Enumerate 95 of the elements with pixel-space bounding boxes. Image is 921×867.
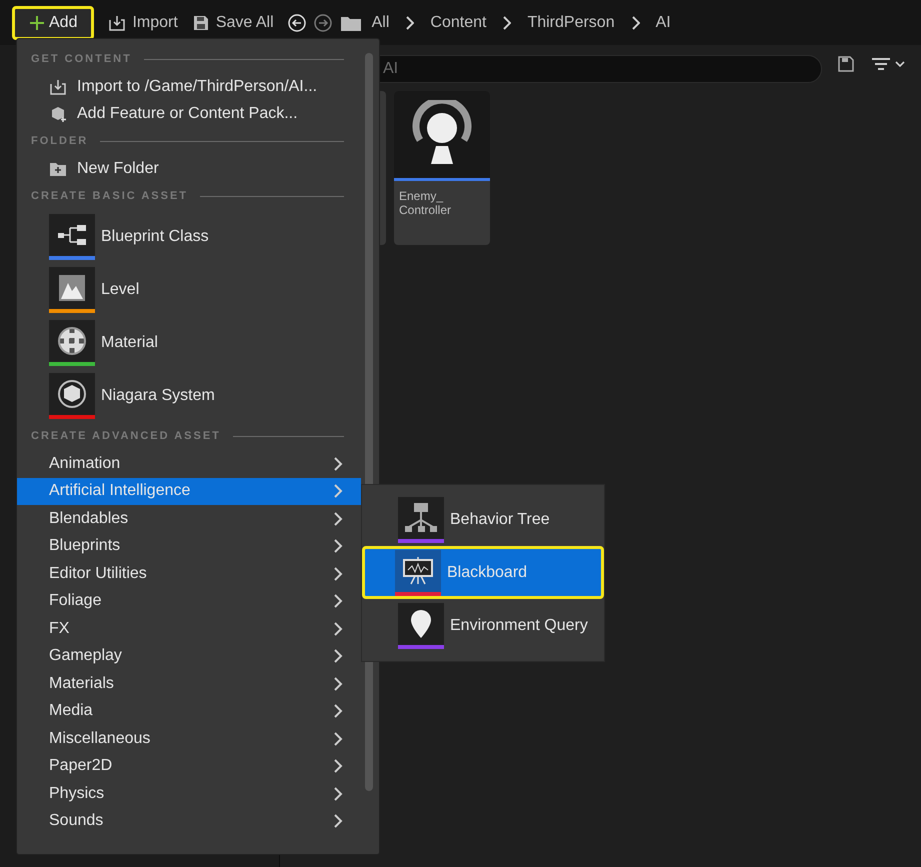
submenu-item[interactable]: Blueprints bbox=[17, 532, 361, 560]
chevron-icon bbox=[405, 16, 414, 30]
menu-item-label: Miscellaneous bbox=[49, 728, 150, 749]
section-heading: CREATE BASIC ASSET bbox=[31, 188, 188, 204]
import-icon bbox=[49, 78, 67, 96]
chevron-icon bbox=[333, 649, 343, 664]
menu-item[interactable]: Environment Query bbox=[362, 599, 604, 652]
menu-item[interactable]: New Folder bbox=[17, 155, 379, 182]
menu-item[interactable]: Level bbox=[17, 263, 379, 316]
import-icon bbox=[108, 14, 126, 32]
save-icon bbox=[838, 56, 854, 72]
menu-item-label: Sounds bbox=[49, 811, 104, 832]
forward-button[interactable] bbox=[314, 14, 332, 32]
menu-item-label: FX bbox=[49, 618, 70, 639]
menu-item-label: Blueprints bbox=[49, 536, 120, 556]
menu-item-label: Foliage bbox=[49, 591, 102, 612]
submenu-item[interactable]: Animation bbox=[17, 450, 361, 478]
easel-icon bbox=[401, 556, 435, 586]
submenu-item[interactable]: Blendables bbox=[17, 505, 361, 532]
forward-icon bbox=[314, 14, 332, 32]
menu-item-label: Environment Query bbox=[450, 616, 588, 636]
new-folder-icon bbox=[49, 160, 67, 176]
menu-item-label: Materials bbox=[49, 674, 114, 694]
breadcrumb-link[interactable]: Content bbox=[430, 10, 486, 34]
chevron-icon bbox=[333, 786, 343, 801]
submenu-item[interactable]: Paper2D bbox=[17, 752, 361, 780]
chevron-icon bbox=[333, 456, 343, 471]
save-all-button[interactable]: Save All bbox=[192, 10, 274, 34]
back-icon bbox=[288, 14, 306, 32]
menu-item[interactable]: Blackboard bbox=[362, 546, 604, 599]
save-icon bbox=[192, 14, 210, 32]
menu-item-label: Blendables bbox=[49, 508, 128, 529]
menu-item[interactable]: Niagara System bbox=[17, 369, 379, 422]
add-button[interactable]: Add bbox=[12, 6, 94, 40]
menu-item-label: New Folder bbox=[77, 158, 159, 178]
mountain-icon bbox=[57, 272, 87, 302]
save-search-button[interactable] bbox=[838, 56, 854, 72]
plus-icon bbox=[29, 14, 45, 30]
chevron-icon bbox=[333, 759, 343, 774]
menu-item[interactable]: Material bbox=[17, 316, 379, 369]
menu-item-label: Editor Utilities bbox=[49, 564, 147, 584]
submenu-item[interactable]: Editor Utilities bbox=[17, 560, 361, 588]
chevron-icon bbox=[333, 539, 343, 554]
submenu-item[interactable]: Foliage bbox=[17, 588, 361, 615]
chevron-icon bbox=[333, 622, 343, 636]
submenu-item[interactable]: Media bbox=[17, 698, 361, 725]
chevron-icon bbox=[333, 704, 343, 718]
menu-item[interactable]: Behavior Tree bbox=[362, 493, 604, 546]
checker-sphere-icon bbox=[57, 326, 87, 356]
hierarchy-icon bbox=[404, 500, 438, 534]
box-icon bbox=[49, 104, 67, 122]
submenu-item[interactable]: FX bbox=[17, 615, 361, 642]
chevron-icon bbox=[502, 16, 512, 30]
menu-item-label: Physics bbox=[49, 784, 104, 804]
submenu-item[interactable]: Gameplay bbox=[17, 642, 361, 670]
breadcrumb-link[interactable]: AI bbox=[656, 10, 671, 34]
section-heading: CREATE ADVANCED ASSET bbox=[31, 428, 221, 444]
menu-item-label: Animation bbox=[49, 454, 120, 474]
menu-item-label: Behavior Tree bbox=[450, 510, 550, 530]
node-graph-icon bbox=[57, 222, 87, 246]
chevron-icon bbox=[333, 732, 343, 746]
menu-item[interactable]: Add Feature or Content Pack... bbox=[17, 100, 379, 127]
menu-item-label: Level bbox=[101, 280, 140, 300]
breadcrumb-link[interactable]: All bbox=[372, 10, 390, 34]
breadcrumb-link[interactable]: ThirdPerson bbox=[527, 10, 615, 34]
chevron-icon bbox=[333, 566, 343, 581]
section-heading: FOLDER bbox=[31, 134, 88, 149]
menu-item-label: Gameplay bbox=[49, 646, 122, 666]
chevron-icon bbox=[333, 512, 343, 526]
menu-item-label: Blackboard bbox=[447, 562, 528, 582]
chevron-icon bbox=[333, 484, 343, 498]
chevron-icon bbox=[333, 814, 343, 828]
back-button[interactable] bbox=[288, 14, 306, 32]
menu-item-label: Media bbox=[49, 701, 93, 722]
submenu-item[interactable]: Miscellaneous bbox=[17, 725, 361, 752]
asset-card[interactable]: Enemy_ Controller bbox=[394, 91, 490, 245]
menu-item-label: Paper2D bbox=[49, 756, 112, 776]
chevron-icon bbox=[630, 16, 640, 30]
chevron-icon bbox=[333, 594, 343, 608]
menu-item[interactable]: Blueprint Class bbox=[17, 210, 379, 263]
menu-item-label: Material bbox=[101, 332, 158, 352]
menu-item-label: Niagara System bbox=[101, 386, 215, 406]
menu-item-label: Add Feature or Content Pack... bbox=[77, 104, 298, 124]
submenu-item[interactable]: Physics bbox=[17, 780, 361, 808]
import-button[interactable]: Import bbox=[108, 10, 178, 34]
submenu-item[interactable]: Artificial Intelligence bbox=[17, 478, 361, 505]
section-heading: GET CONTENT bbox=[31, 52, 132, 67]
submenu-item[interactable]: Sounds bbox=[17, 808, 361, 835]
menu-item-label: Blueprint Class bbox=[101, 226, 209, 246]
asset-name: Enemy_ Controller bbox=[398, 188, 452, 220]
cube-icon bbox=[57, 378, 87, 408]
map-pin-icon bbox=[409, 608, 433, 640]
menu-item-label: Artificial Intelligence bbox=[49, 481, 190, 502]
chevron-icon bbox=[333, 676, 343, 691]
submenu-item[interactable]: Materials bbox=[17, 670, 361, 698]
